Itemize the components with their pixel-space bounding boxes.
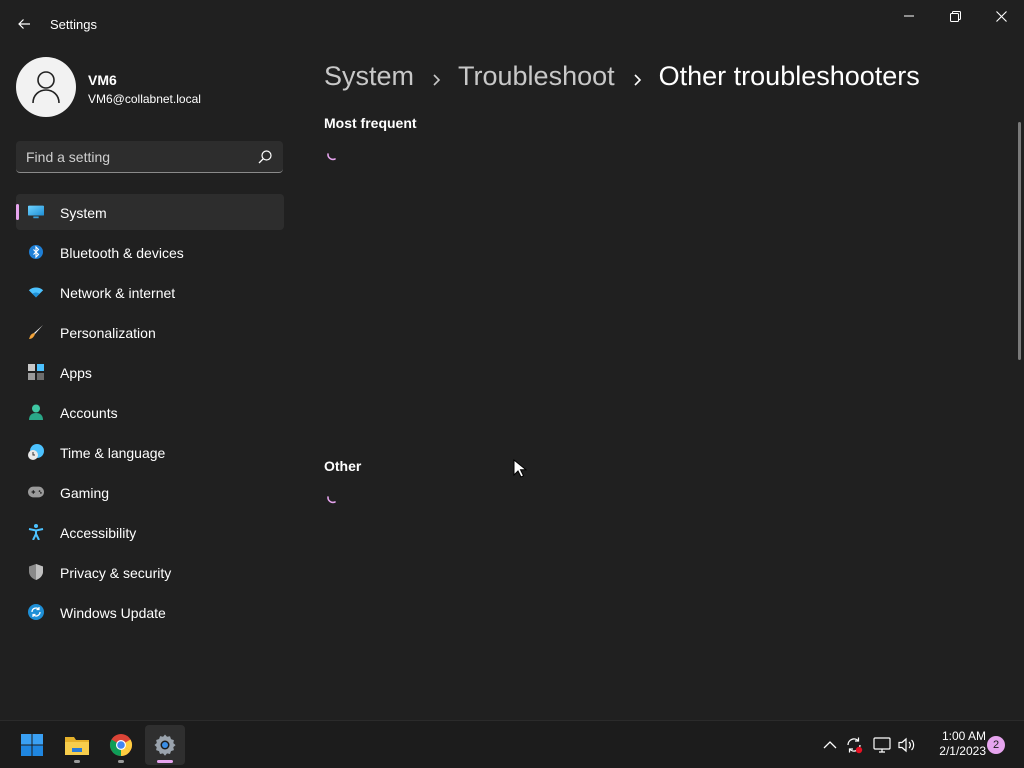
breadcrumb: System Troubleshoot Other troubleshooter… (324, 58, 920, 94)
chrome-icon (110, 734, 132, 756)
tray-overflow-button[interactable] (820, 735, 840, 755)
search-icon[interactable] (257, 149, 273, 165)
back-arrow-icon (18, 19, 30, 29)
sidebar-item-label: System (60, 205, 107, 221)
chevron-up-icon (823, 741, 837, 749)
clock-time: 1:00 AM (941, 729, 986, 743)
sidebar-item-label: Accessibility (60, 525, 137, 541)
accessibility-icon (28, 524, 44, 540)
loading-spinner-icon (327, 153, 336, 161)
search-input[interactable] (26, 141, 246, 172)
monitor-icon (28, 204, 44, 220)
tray-volume[interactable] (897, 735, 917, 755)
title-bar: Settings (0, 0, 1024, 48)
minimize-button[interactable] (886, 0, 932, 32)
sidebar-item-bluetooth[interactable]: Bluetooth & devices (16, 234, 284, 270)
app-title: Settings (50, 17, 97, 32)
start-button[interactable] (12, 725, 52, 765)
file-explorer-icon (65, 737, 89, 755)
chevron-right-icon (414, 66, 458, 86)
sidebar-nav: System Bluetooth & devices Network & int… (16, 194, 284, 634)
sidebar-item-network[interactable]: Network & internet (16, 274, 284, 310)
sidebar-item-label: Bluetooth & devices (60, 245, 184, 261)
selection-indicator (16, 204, 19, 220)
section-most-frequent: Most frequent (324, 115, 417, 131)
taskbar: 1:00 AM 2/1/2023 2 (0, 720, 1024, 768)
search-box[interactable] (16, 141, 283, 173)
user-profile[interactable]: VM6 VM6@collabnet.local (16, 57, 286, 117)
settings-icon (154, 734, 176, 756)
bluetooth-icon (28, 244, 44, 260)
sidebar-item-label: Apps (60, 365, 92, 381)
gamepad-icon (28, 484, 44, 500)
sidebar-item-system[interactable]: System (16, 194, 284, 230)
scrollbar[interactable] (1018, 122, 1021, 360)
sidebar-item-label: Accounts (60, 405, 118, 421)
sidebar-item-label: Windows Update (60, 605, 166, 621)
chevron-right-icon (615, 66, 659, 86)
sidebar-item-time-language[interactable]: Time & language (16, 434, 284, 470)
sidebar-item-accounts[interactable]: Accounts (16, 394, 284, 430)
breadcrumb-troubleshoot[interactable]: Troubleshoot (458, 61, 615, 92)
taskbar-clock[interactable]: 1:00 AM 2/1/2023 (926, 729, 986, 759)
sidebar-item-personalization[interactable]: Personalization (16, 314, 284, 350)
close-icon (995, 10, 1007, 22)
network-icon (873, 737, 891, 753)
sidebar-item-label: Time & language (60, 445, 166, 461)
restore-icon (949, 10, 961, 22)
clock-globe-icon (28, 444, 44, 460)
taskbar-settings[interactable] (145, 725, 185, 765)
apps-icon (28, 364, 44, 380)
running-indicator (118, 760, 124, 763)
person-icon (32, 71, 60, 104)
sidebar-item-label: Personalization (60, 325, 156, 341)
wifi-icon (28, 284, 44, 300)
brush-icon (28, 324, 44, 340)
sync-icon (847, 737, 863, 754)
sidebar-item-apps[interactable]: Apps (16, 354, 284, 390)
sidebar-item-label: Privacy & security (60, 565, 172, 581)
notification-badge[interactable]: 2 (987, 736, 1005, 754)
taskbar-chrome[interactable] (101, 725, 141, 765)
clock-date: 2/1/2023 (939, 744, 986, 758)
person-icon (28, 404, 44, 420)
update-icon (28, 604, 44, 620)
breadcrumb-current: Other troubleshooters (658, 60, 920, 91)
sidebar-item-gaming[interactable]: Gaming (16, 474, 284, 510)
taskbar-file-explorer[interactable] (57, 725, 97, 765)
start-icon (21, 734, 43, 756)
sidebar-item-label: Network & internet (60, 285, 176, 301)
avatar (16, 57, 76, 117)
sidebar-item-privacy-security[interactable]: Privacy & security (16, 554, 284, 590)
restore-button[interactable] (932, 0, 978, 32)
section-other: Other (324, 458, 362, 474)
active-indicator (157, 760, 173, 763)
sidebar-item-accessibility[interactable]: Accessibility (16, 514, 284, 550)
volume-icon (898, 737, 915, 753)
close-button[interactable] (978, 0, 1024, 32)
sidebar-item-windows-update[interactable]: Windows Update (16, 594, 284, 630)
minimize-icon (904, 15, 914, 17)
tray-network[interactable] (872, 735, 892, 755)
user-email: VM6@collabnet.local (88, 92, 201, 106)
mouse-cursor-icon (513, 459, 527, 478)
user-name: VM6 (88, 72, 117, 88)
breadcrumb-system[interactable]: System (324, 61, 414, 92)
loading-spinner-icon (327, 496, 336, 504)
tray-sync[interactable] (844, 735, 864, 755)
sidebar-item-label: Gaming (60, 485, 110, 501)
back-button[interactable] (10, 10, 38, 38)
running-indicator (74, 760, 80, 763)
shield-icon (28, 564, 44, 580)
